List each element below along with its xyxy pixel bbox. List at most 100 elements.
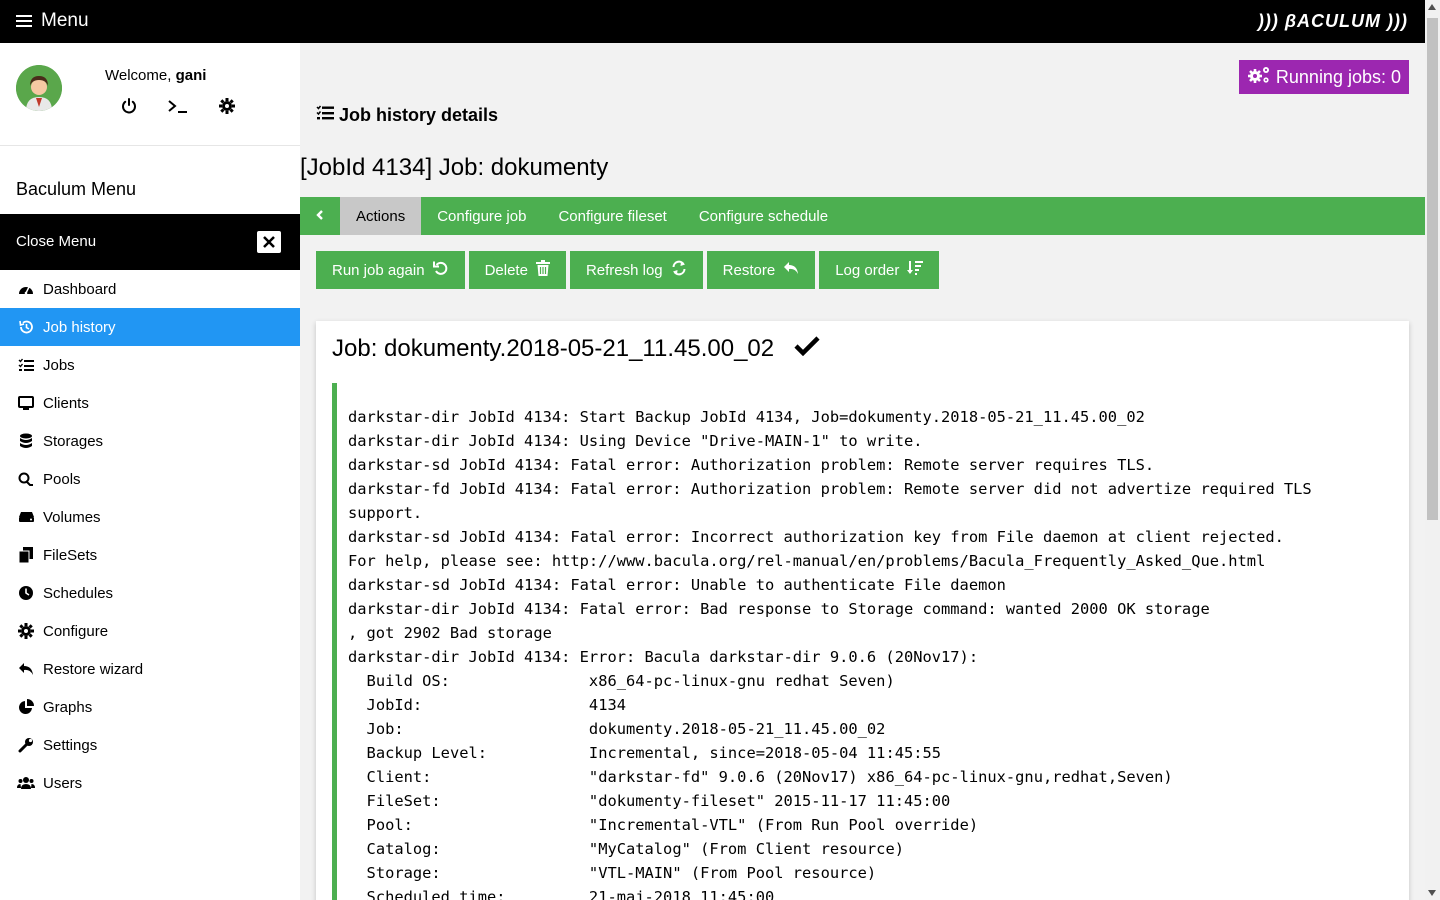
sidebar-item-job-history[interactable]: Job history [0, 308, 300, 346]
scrollbar-thumb[interactable] [1427, 18, 1438, 520]
job-log: darkstar-dir JobId 4134: Start Backup Jo… [332, 383, 1393, 900]
scroll-down-arrow[interactable] [1428, 890, 1436, 896]
page-scrollbar[interactable] [1425, 0, 1440, 900]
log-order-label: Log order [835, 261, 900, 279]
tab-back-button[interactable] [300, 197, 340, 235]
main-content: Running jobs: 0 Job history details [Job… [300, 43, 1425, 900]
hamburger-icon [16, 14, 32, 28]
sidebar-item-pools[interactable]: Pools [0, 460, 300, 498]
chevron-left-icon [316, 208, 324, 225]
delete-button[interactable]: Delete [468, 251, 566, 289]
log-order-button[interactable]: Log order [819, 251, 940, 289]
pool-icon [17, 470, 35, 488]
sidebar-item-label: Pools [43, 470, 81, 488]
close-icon[interactable] [257, 231, 281, 253]
menu-label: Menu [41, 10, 89, 31]
wrench-icon [17, 736, 35, 754]
hdd-icon [17, 508, 35, 526]
welcome-text: Welcome, gani [105, 67, 206, 84]
scroll-up-arrow[interactable] [1428, 4, 1436, 10]
job-log-text: darkstar-dir JobId 4134: Start Backup Jo… [348, 408, 1312, 900]
avatar [16, 65, 62, 111]
sidebar-item-label: Settings [43, 736, 98, 754]
restore-label: Restore [722, 261, 776, 279]
brand-logo[interactable]: ))) βACULUM ))) [1258, 11, 1408, 32]
top-bar: Menu ))) βACULUM ))) [0, 0, 1440, 43]
tab-configure-schedule[interactable]: Configure schedule [683, 197, 844, 235]
copy-icon [17, 546, 35, 564]
close-menu-label: Close Menu [16, 233, 97, 250]
sidebar-item-label: FileSets [43, 546, 98, 564]
sidebar-item-users[interactable]: Users [0, 764, 300, 802]
refresh-log-label: Refresh log [585, 261, 663, 279]
tab-configure-job[interactable]: Configure job [421, 197, 542, 235]
undo-icon [432, 260, 449, 280]
check-icon [794, 335, 820, 363]
close-menu-bar[interactable]: Close Menu [0, 214, 300, 270]
sidebar-item-graphs[interactable]: Graphs [0, 688, 300, 726]
sidebar-item-storages[interactable]: Storages [0, 422, 300, 460]
tab-configure-fileset[interactable]: Configure fileset [542, 197, 682, 235]
tasks-icon [17, 356, 35, 374]
sidebar-item-jobs[interactable]: Jobs [0, 346, 300, 384]
job-title: [JobId 4134] Job: dokumenty [300, 154, 609, 181]
username: gani [175, 67, 207, 84]
job-log-card: Job: dokumenty.2018-05-21_11.45.00_02 da… [316, 321, 1409, 900]
menu-toggle-button[interactable]: Menu [16, 10, 89, 32]
sidebar-item-label: Restore wizard [43, 660, 144, 678]
sidebar-item-label: Users [43, 774, 83, 792]
refresh-icon [671, 260, 687, 280]
sidebar-item-label: Dashboard [43, 280, 117, 298]
reply-icon [783, 261, 799, 279]
card-title: Job: dokumenty.2018-05-21_11.45.00_02 [332, 335, 820, 363]
refresh-log-button[interactable]: Refresh log [569, 251, 703, 289]
sidebar-item-dashboard[interactable]: Dashboard [0, 270, 300, 308]
sidebar-item-label: Job history [43, 318, 116, 336]
sidebar-item-clients[interactable]: Clients [0, 384, 300, 422]
tasks-icon [316, 105, 334, 126]
restore-button[interactable]: Restore [706, 251, 816, 289]
page-title: Job history details [339, 105, 499, 125]
sidebar-item-label: Configure [43, 622, 109, 640]
pie-chart-icon [17, 698, 35, 716]
run-job-again-button[interactable]: Run job again [316, 251, 465, 289]
sidebar-item-label: Jobs [43, 356, 75, 374]
user-box: Welcome, gani [0, 43, 300, 146]
sidebar-item-schedules[interactable]: Schedules [0, 574, 300, 612]
trash-icon [535, 260, 550, 280]
running-jobs-text: Running jobs: 0 [1275, 66, 1401, 87]
sidebar-title: Baculum Menu [16, 179, 137, 199]
sidebar: Welcome, gani Baculum Menu Close Menu Da… [0, 43, 300, 900]
sidebar-item-settings[interactable]: Settings [0, 726, 300, 764]
running-jobs-badge[interactable]: Running jobs: 0 [1238, 60, 1409, 94]
reply-icon [17, 660, 35, 678]
sidebar-item-filesets[interactable]: FileSets [0, 536, 300, 574]
sidebar-item-restore-wizard[interactable]: Restore wizard [0, 650, 300, 688]
clock-icon [17, 584, 35, 602]
welcome-prefix: Welcome, [105, 67, 172, 84]
sort-amount-down-icon [907, 260, 924, 280]
action-buttons: Run job again Delete Refresh log Restore… [316, 251, 940, 289]
user-actions [118, 95, 238, 117]
cog-icon [17, 622, 35, 640]
users-icon [17, 774, 35, 792]
sidebar-item-volumes[interactable]: Volumes [0, 498, 300, 536]
desktop-icon [17, 394, 35, 412]
run-job-again-label: Run job again [332, 261, 425, 279]
history-icon [17, 318, 35, 336]
database-icon [17, 432, 35, 450]
sidebar-item-label: Clients [43, 394, 89, 412]
power-icon[interactable] [118, 95, 140, 117]
gears-icon [1247, 65, 1271, 90]
gear-icon[interactable] [216, 95, 238, 117]
delete-label: Delete [484, 261, 528, 279]
sidebar-item-label: Volumes [43, 508, 101, 526]
tab-actions[interactable]: Actions [340, 197, 422, 235]
sidebar-item-label: Storages [43, 432, 104, 450]
sidebar-item-label: Graphs [43, 698, 93, 716]
tab-bar: Actions Configure job Configure fileset … [300, 197, 1425, 235]
dashboard-icon [17, 280, 35, 298]
sidebar-item-configure[interactable]: Configure [0, 612, 300, 650]
terminal-icon[interactable] [167, 95, 189, 117]
sidebar-nav: Dashboard Job history Jobs Clients Stora… [0, 270, 300, 802]
